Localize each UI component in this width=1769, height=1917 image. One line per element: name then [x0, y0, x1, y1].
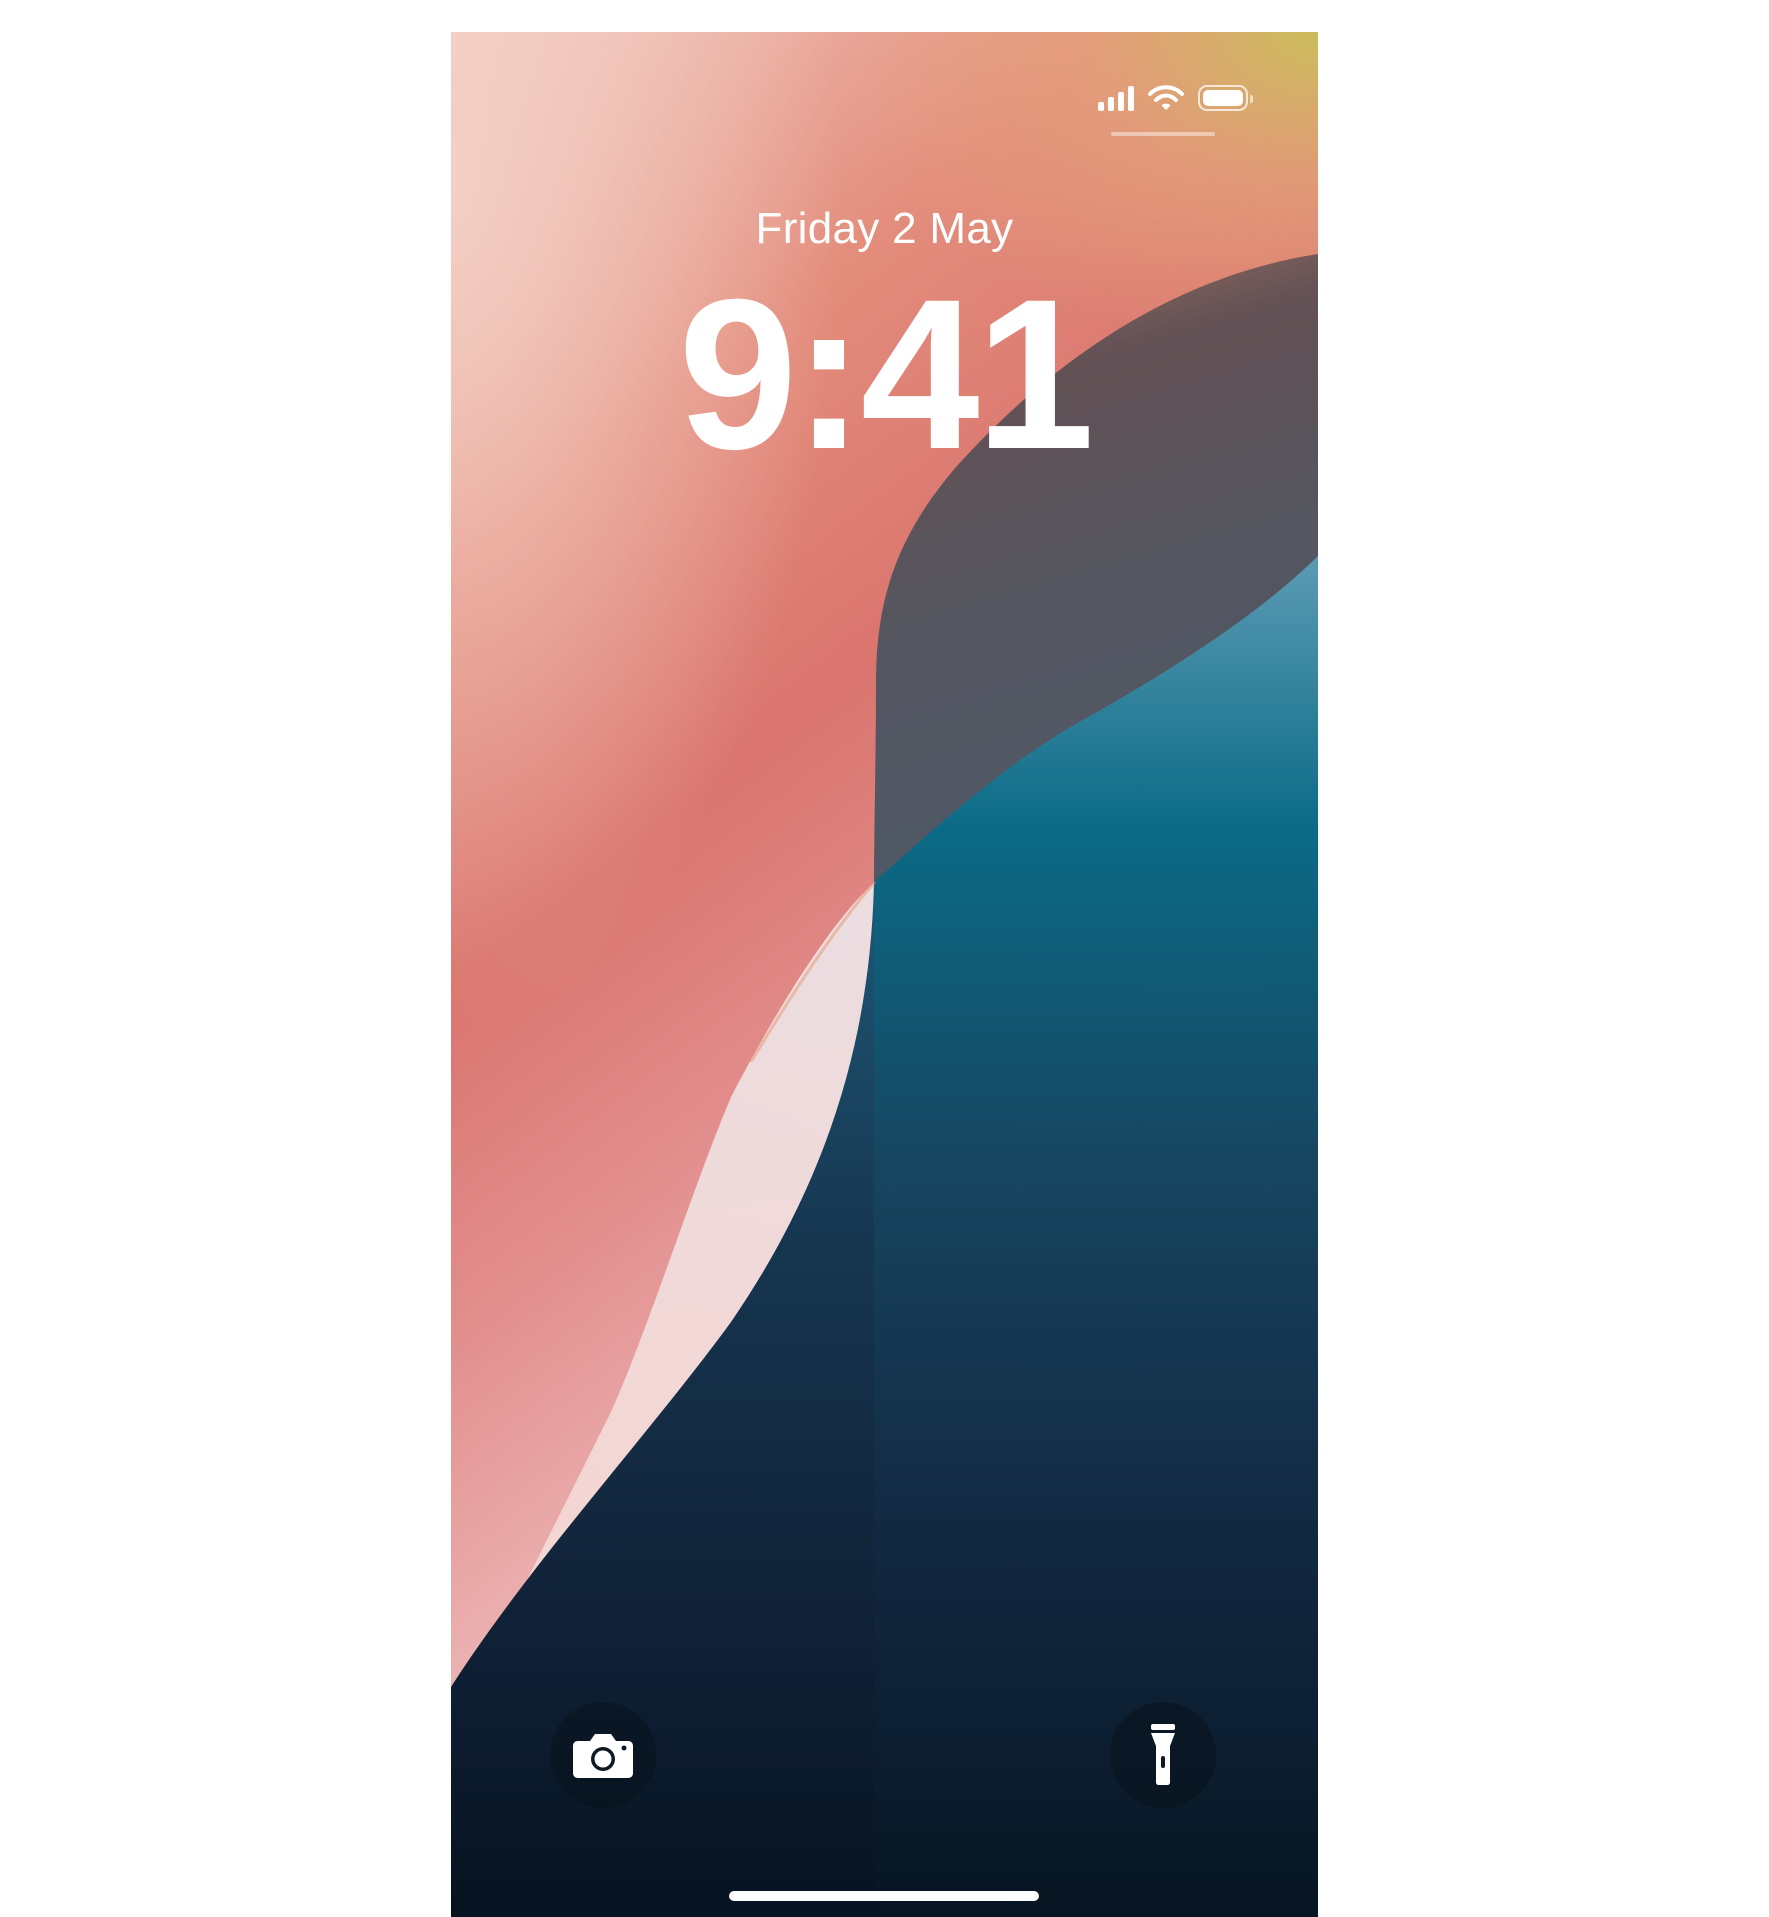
battery-full-icon: [1198, 85, 1253, 111]
lock-screen: Friday 2 May 9:41: [451, 32, 1318, 1917]
flashlight-button[interactable]: [1110, 1702, 1216, 1808]
cellular-signal-icon: [1098, 85, 1134, 111]
camera-icon: [573, 1734, 633, 1778]
lock-time: 9:41: [678, 255, 1094, 494]
home-indicator[interactable]: [729, 1891, 1039, 1901]
camera-button[interactable]: [550, 1702, 656, 1808]
wifi-icon: [1148, 85, 1184, 110]
status-bar: [1098, 84, 1253, 112]
lock-date: Friday 2 May: [755, 204, 1014, 253]
flashlight-icon: [1151, 1724, 1175, 1785]
control-center-grabber[interactable]: [1111, 132, 1215, 136]
